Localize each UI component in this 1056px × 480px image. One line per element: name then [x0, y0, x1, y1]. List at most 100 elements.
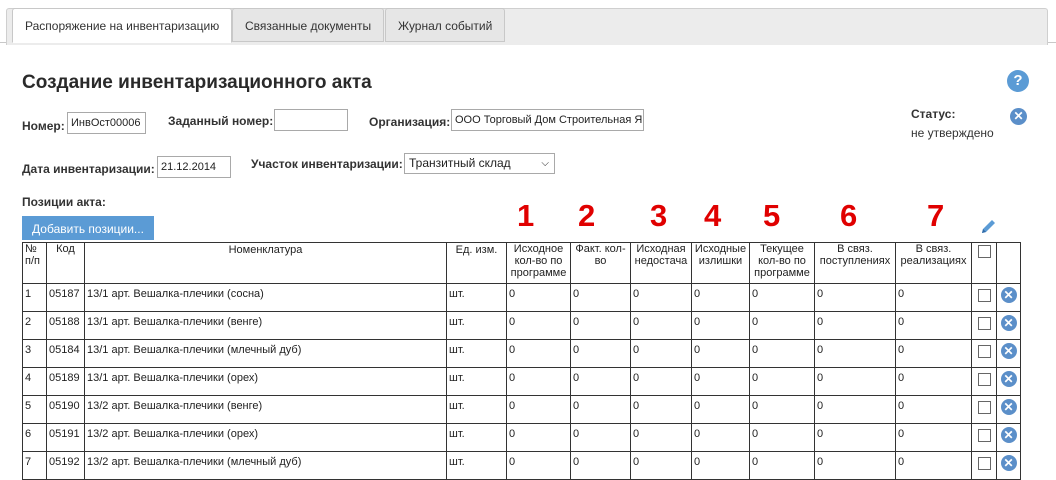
positions-table: № п/п Код Номенклатура Ед. изм. Исходное… — [22, 242, 1021, 480]
cell-current-qty: 0 — [749, 367, 815, 396]
select-all-checkbox[interactable] — [977, 245, 991, 258]
col-header-related-sales: В связ. реализациях — [895, 242, 972, 284]
cell-delete: ✕ — [996, 339, 1021, 368]
table-row: 3 05184 13/1 арт. Вешалка-плечики (млечн… — [22, 339, 1021, 368]
cell-initial-surplus: 0 — [691, 339, 750, 368]
cell-code: 05190 — [46, 395, 85, 424]
col-header-initial-qty: Исходное кол-во по программе — [506, 242, 571, 284]
tab-related-documents[interactable]: Связанные документы — [232, 8, 385, 42]
table-row: 4 05189 13/1 арт. Вешалка-плечики (орех)… — [22, 367, 1021, 396]
close-icon[interactable]: ✕ — [1010, 108, 1027, 125]
cell-current-qty: 0 — [749, 339, 815, 368]
delete-row-icon[interactable]: ✕ — [1000, 455, 1017, 471]
cell-actual-qty[interactable]: 0 — [570, 283, 631, 312]
cell-initial-qty: 0 — [506, 283, 571, 312]
col-header-initial-shortage: Исходная недостача — [630, 242, 692, 284]
cell-code: 05191 — [46, 423, 85, 452]
row-checkbox[interactable] — [977, 401, 991, 414]
cell-unit: шт. — [446, 367, 507, 396]
cell-number: 5 — [22, 395, 47, 424]
cell-nomenclature: 13/1 арт. Вешалка-плечики (млечный дуб) — [84, 339, 447, 368]
cell-actual-qty[interactable]: 0 — [570, 311, 631, 340]
row-checkbox[interactable] — [977, 457, 991, 470]
cell-initial-qty: 0 — [506, 367, 571, 396]
area-select[interactable]: Транзитный склад ⌵ — [404, 153, 555, 174]
cell-related-receipts: 0 — [814, 283, 896, 312]
actions-header — [996, 242, 1021, 284]
select-all-cell — [971, 242, 997, 284]
cell-actual-qty[interactable]: 0 — [570, 367, 631, 396]
table-header-row: № п/п Код Номенклатура Ед. изм. Исходное… — [22, 242, 1021, 284]
cell-initial-surplus: 0 — [691, 423, 750, 452]
date-label: Дата инвентаризации: — [22, 162, 155, 176]
cell-initial-qty: 0 — [506, 395, 571, 424]
cell-related-sales: 0 — [895, 395, 972, 424]
add-positions-button[interactable]: Добавить позиции... — [22, 216, 154, 240]
row-checkbox[interactable] — [977, 345, 991, 358]
tab-inventory-order[interactable]: Распоряжение на инвентаризацию — [12, 8, 233, 43]
annotation-5: 5 — [763, 198, 781, 233]
cell-related-receipts: 0 — [814, 395, 896, 424]
delete-row-icon[interactable]: ✕ — [1000, 315, 1017, 331]
row-checkbox[interactable] — [977, 289, 991, 302]
col-header-nomenclature: Номенклатура — [84, 242, 447, 284]
organization-field[interactable]: ООО Торговый Дом Строительная Я — [451, 109, 644, 131]
cell-initial-shortage: 0 — [630, 423, 692, 452]
cell-initial-shortage: 0 — [630, 311, 692, 340]
cell-select — [971, 367, 997, 396]
row-checkbox[interactable] — [977, 429, 991, 442]
number-field[interactable]: ИнвОст00006 — [67, 112, 146, 134]
row-checkbox[interactable] — [977, 373, 991, 386]
cell-actual-qty[interactable]: 0 — [570, 423, 631, 452]
cell-initial-qty: 0 — [506, 451, 571, 480]
cell-actual-qty[interactable]: 0 — [570, 395, 631, 424]
cell-delete: ✕ — [996, 367, 1021, 396]
date-field[interactable]: 21.12.2014 — [157, 156, 231, 178]
status-label: Статус: — [911, 107, 956, 121]
tab-bar: Распоряжение на инвентаризацию Связанные… — [0, 0, 1056, 45]
cell-number: 6 — [22, 423, 47, 452]
cell-code: 05188 — [46, 311, 85, 340]
cell-number: 2 — [22, 311, 47, 340]
cell-actual-qty[interactable]: 0 — [570, 451, 631, 480]
row-checkbox[interactable] — [977, 317, 991, 330]
annotation-4: 4 — [704, 198, 722, 233]
cell-nomenclature: 13/1 арт. Вешалка-плечики (орех) — [84, 367, 447, 396]
cell-unit: шт. — [446, 339, 507, 368]
cell-number: 4 — [22, 367, 47, 396]
delete-row-icon[interactable]: ✕ — [1000, 427, 1017, 443]
help-icon[interactable]: ? — [1007, 70, 1029, 92]
delete-row-icon[interactable]: ✕ — [1000, 287, 1017, 303]
assigned-number-field[interactable] — [274, 109, 348, 131]
cell-delete: ✕ — [996, 311, 1021, 340]
cell-initial-shortage: 0 — [630, 367, 692, 396]
delete-row-icon[interactable]: ✕ — [1000, 371, 1017, 387]
delete-row-icon[interactable]: ✕ — [1000, 399, 1017, 415]
cell-initial-shortage: 0 — [630, 395, 692, 424]
cell-related-sales: 0 — [895, 423, 972, 452]
cell-initial-qty: 0 — [506, 339, 571, 368]
cell-code: 05184 — [46, 339, 85, 368]
cell-initial-surplus: 0 — [691, 283, 750, 312]
pencil-icon[interactable] — [979, 218, 999, 236]
cell-select — [971, 283, 997, 312]
cell-actual-qty[interactable]: 0 — [570, 339, 631, 368]
cell-unit: шт. — [446, 283, 507, 312]
cell-nomenclature: 13/2 арт. Вешалка-плечики (орех) — [84, 423, 447, 452]
table-row: 5 05190 13/2 арт. Вешалка-плечики (венге… — [22, 395, 1021, 424]
tab-event-log[interactable]: Журнал событий — [385, 8, 506, 42]
cell-current-qty: 0 — [749, 283, 815, 312]
delete-row-icon[interactable]: ✕ — [1000, 343, 1017, 359]
cell-initial-surplus: 0 — [691, 367, 750, 396]
cell-related-receipts: 0 — [814, 423, 896, 452]
cell-delete: ✕ — [996, 451, 1021, 480]
cell-code: 05192 — [46, 451, 85, 480]
cell-nomenclature: 13/1 арт. Вешалка-плечики (сосна) — [84, 283, 447, 312]
cell-related-receipts: 0 — [814, 339, 896, 368]
cell-select — [971, 423, 997, 452]
cell-related-sales: 0 — [895, 339, 972, 368]
cell-number: 7 — [22, 451, 47, 480]
cell-unit: шт. — [446, 311, 507, 340]
cell-related-sales: 0 — [895, 451, 972, 480]
chevron-down-icon: ⌵ — [541, 158, 549, 169]
